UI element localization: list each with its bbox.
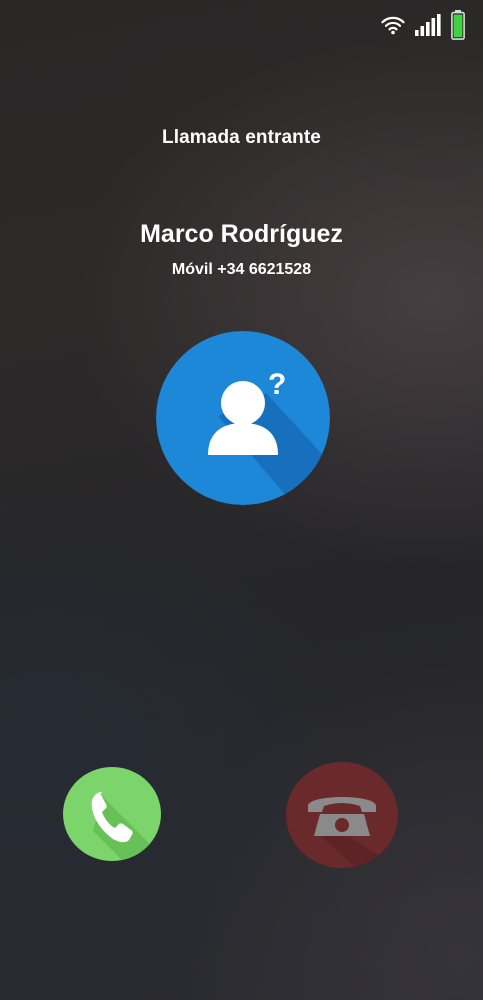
call-status-label: Llamada entrante bbox=[162, 127, 321, 148]
incoming-call-screen: Llamada entrante Marco Rodríguez Móvil +… bbox=[0, 0, 483, 1000]
svg-text:?: ? bbox=[268, 368, 286, 401]
accept-call-button[interactable] bbox=[63, 767, 161, 861]
status-bar bbox=[381, 8, 465, 42]
battery-charging-icon bbox=[451, 10, 465, 40]
wifi-icon bbox=[381, 15, 405, 35]
unknown-caller-icon: ? bbox=[156, 331, 330, 505]
signal-bars-icon bbox=[415, 14, 441, 36]
caller-avatar: ? bbox=[156, 331, 330, 505]
decline-call-button[interactable] bbox=[286, 762, 398, 868]
caller-number: Móvil +34 6621528 bbox=[171, 261, 312, 278]
rotary-phone-icon bbox=[308, 797, 398, 868]
phone-handset-icon bbox=[91, 791, 161, 861]
caller-name: Marco Rodríguez bbox=[140, 220, 343, 248]
